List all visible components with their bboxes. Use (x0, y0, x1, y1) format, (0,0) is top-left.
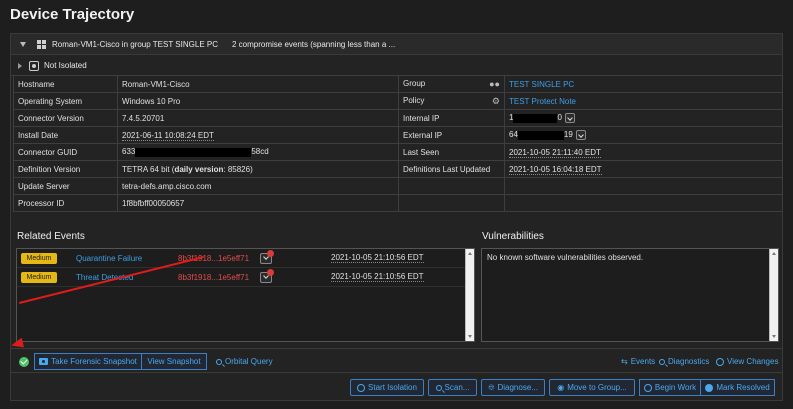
vulnerabilities-text: No known software vulnerabilities observ… (487, 253, 644, 262)
os-value: Windows 10 Pro (117, 92, 399, 110)
connector-guid-value: 633 58cd (117, 143, 399, 161)
orbital-query-link[interactable]: Orbital Query (216, 357, 273, 366)
clock-icon (716, 357, 724, 366)
events-icon: ⇆ (621, 357, 628, 366)
external-ip-value: 64 19 (504, 126, 783, 144)
definition-version-value: TETRA 64 bit (daily version: 85826) (117, 160, 399, 178)
group-link[interactable]: TEST SINGLE PC (509, 80, 574, 89)
os-label: Operating System (13, 92, 118, 110)
isolation-row[interactable]: Not Isolated (11, 56, 782, 76)
group-icon: ●● (489, 79, 500, 89)
definitions-updated-label: Definitions Last Updated (398, 160, 505, 178)
diagnose-button[interactable]: ⎊ Diagnose... (481, 379, 545, 396)
device-info-table: Hostname Roman-VM1-Cisco Group ●● TEST SI… (13, 75, 783, 212)
policy-value[interactable]: TEST Protect Note (504, 92, 783, 110)
redaction-block (513, 113, 558, 123)
update-server-label: Update Server (13, 177, 118, 195)
empty-cell (398, 194, 505, 212)
empty-cell (504, 194, 783, 212)
group-label: Group ●● (398, 75, 505, 93)
policy-link[interactable]: TEST Protect Note (509, 97, 576, 106)
connector-guid-label: Connector GUID (13, 143, 118, 161)
definitions-updated-value: 2021-10-05 16:04:18 EDT (504, 160, 783, 178)
last-seen-label: Last Seen (398, 143, 505, 161)
internal-ip-dropdown[interactable] (564, 113, 575, 123)
event-hash-link[interactable]: 8b3f1918...1e5eff71 (178, 273, 249, 282)
group-value[interactable]: TEST SINGLE PC (504, 75, 783, 93)
begin-work-button[interactable]: Begin Work (639, 379, 701, 396)
processor-id-label: Processor ID (13, 194, 118, 212)
external-ip-dropdown[interactable] (575, 130, 586, 140)
severity-badge: Medium (21, 252, 57, 264)
events-scrollbar[interactable] (465, 249, 474, 341)
processor-id-value: 1f8bfbff00050657 (117, 194, 399, 212)
header-events-summary: 2 compromise events (spanning less than … (231, 39, 396, 49)
device-panel: Roman-VM1-Cisco in group TEST SINGLE PC … (10, 33, 783, 401)
definition-version-label: Definition Version (13, 160, 118, 178)
related-events-list[interactable]: Medium Quarantine Failure 8b3f1918...1e5… (16, 248, 475, 342)
expand-arrow-icon[interactable] (18, 62, 22, 69)
play-icon (643, 383, 652, 392)
severity-badge: Medium (21, 271, 57, 283)
check-circle-icon (19, 357, 29, 367)
resolved-check-icon (705, 383, 714, 392)
install-date-label: Install Date (13, 126, 118, 144)
update-server-value: tetra-defs.amp.cisco.com (117, 177, 399, 195)
vulnerabilities-scrollbar[interactable] (769, 249, 778, 341)
event-time: 2021-10-05 21:10:56 EDT (331, 272, 424, 282)
header-title: Roman-VM1-Cisco in group TEST SINGLE PC (52, 39, 218, 49)
take-forensic-snapshot-button[interactable]: Take Forensic Snapshot (34, 353, 142, 370)
redaction-block (517, 130, 564, 140)
event-row[interactable]: Medium Threat Detected 8b3f1918...1e5eff… (17, 268, 472, 287)
last-seen-value: 2021-10-05 21:11:40 EDT (504, 143, 783, 161)
hostname-value: Roman-VM1-Cisco (117, 75, 399, 93)
connector-version-label: Connector Version (13, 109, 118, 127)
view-snapshot-button[interactable]: View Snapshot (142, 353, 207, 370)
search-icon (216, 358, 222, 365)
vulnerabilities-title: Vulnerabilities (482, 231, 544, 242)
isolation-icon (357, 383, 366, 392)
vulnerabilities-box[interactable]: No known software vulnerabilities observ… (481, 248, 779, 342)
collapse-arrow-icon[interactable] (20, 41, 26, 47)
policy-label: Policy ⚙ (398, 92, 505, 110)
work-button-group: Begin Work Mark Resolved (639, 379, 775, 396)
internal-ip-label: Internal IP (398, 109, 505, 127)
redaction-block (135, 147, 252, 157)
action-bar: Take Forensic Snapshot View Snapshot Orb… (11, 348, 782, 373)
install-date-value: 2021-06-11 10:08:24 EDT (117, 126, 399, 144)
event-row[interactable]: Medium Quarantine Failure 8b3f1918...1e5… (17, 249, 472, 268)
related-events-title: Related Events (17, 231, 85, 242)
isolation-status: Not Isolated (44, 61, 87, 70)
group-move-icon: ◉ (557, 383, 565, 392)
scan-icon (435, 384, 442, 391)
isolation-icon (29, 60, 39, 71)
gear-icon: ⚙ (491, 95, 500, 106)
start-isolation-button[interactable]: Start Isolation (350, 379, 424, 396)
panel-header[interactable]: Roman-VM1-Cisco in group TEST SINGLE PC … (11, 34, 782, 55)
windows-icon (37, 39, 46, 49)
diagnostics-search-icon (659, 358, 665, 365)
camera-icon (39, 358, 49, 365)
connector-version-value: 7.4.5.20701 (117, 109, 399, 127)
snapshot-button-group: Take Forensic Snapshot View Snapshot (34, 353, 207, 370)
move-to-group-button[interactable]: ◉ Move to Group... (549, 379, 635, 396)
view-changes-link[interactable]: View Changes (716, 357, 778, 366)
events-link[interactable]: ⇆ Events (621, 357, 655, 366)
mark-resolved-button[interactable]: Mark Resolved (701, 379, 775, 396)
internal-ip-value: 10 (504, 109, 783, 127)
alert-dot-icon (267, 250, 274, 257)
diagnostics-link[interactable]: Diagnostics (659, 357, 709, 366)
hostname-label: Hostname (13, 75, 118, 93)
bottom-action-bar: Start Isolation Scan... ⎊ Diagnose... ◉ Mo… (11, 374, 782, 401)
stethoscope-icon: ⎊ (488, 382, 495, 392)
empty-cell (504, 177, 783, 195)
page-title: Device Trajectory (10, 6, 135, 23)
empty-cell (398, 177, 505, 195)
scan-button[interactable]: Scan... (428, 379, 477, 396)
alert-dot-icon (267, 269, 274, 276)
event-name-link[interactable]: Quarantine Failure (76, 254, 142, 263)
external-ip-label: External IP (398, 126, 505, 144)
event-time: 2021-10-05 21:10:56 EDT (331, 253, 424, 263)
